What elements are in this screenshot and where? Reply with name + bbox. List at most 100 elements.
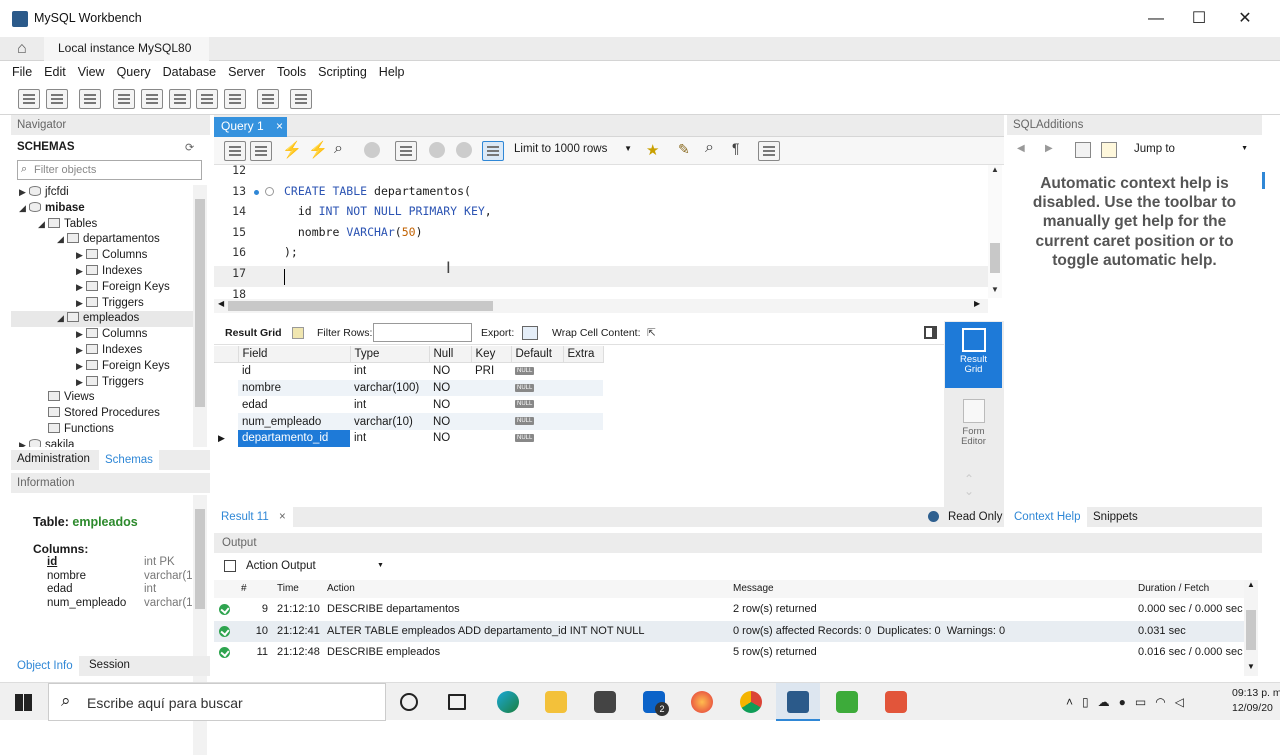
create-procedure-icon[interactable]: [196, 89, 218, 109]
tree-item[interactable]: ▶ Indexes: [11, 264, 193, 280]
reconnect-icon[interactable]: [290, 89, 312, 109]
sql-editor[interactable]: I 12 13 CREATE TABLE departamentos(14 id I…: [214, 165, 988, 298]
result-tab[interactable]: Result 11 ×: [214, 507, 293, 527]
word-wrap-icon[interactable]: [758, 141, 780, 161]
close-result-tab-icon[interactable]: ×: [279, 511, 286, 523]
grid-cell[interactable]: NULL: [511, 379, 563, 397]
row-marker[interactable]: [214, 413, 238, 430]
grid-cell[interactable]: varchar(100): [350, 379, 429, 397]
tree-expand-arrow-icon[interactable]: ▶: [19, 185, 29, 201]
side-scroll-arrows-icon[interactable]: ⌃ ⌄: [964, 473, 974, 497]
tree-expand-arrow-icon[interactable]: ▶: [76, 264, 86, 280]
row-marker[interactable]: [214, 396, 238, 413]
store-icon[interactable]: [594, 691, 616, 713]
stop-icon[interactable]: [364, 142, 380, 158]
grid-cell[interactable]: varchar(10): [350, 413, 429, 430]
new-sql-tab-icon[interactable]: [18, 89, 40, 109]
tree-item[interactable]: ▶ Triggers: [11, 375, 193, 391]
menu-help[interactable]: Help: [373, 62, 411, 82]
tab-context-help[interactable]: Context Help: [1007, 507, 1088, 527]
row-marker[interactable]: [214, 380, 238, 397]
tree-item[interactable]: Stored Procedures: [11, 406, 193, 422]
grid-column-header[interactable]: Field: [238, 346, 351, 364]
tab-snippets[interactable]: Snippets: [1093, 511, 1138, 523]
grid-column-header[interactable]: Extra: [563, 346, 604, 364]
tree-expand-arrow-icon[interactable]: ▶: [76, 248, 86, 264]
codeblocks-icon[interactable]: [885, 691, 907, 713]
home-icon[interactable]: ⌂: [17, 40, 27, 58]
firefox-icon[interactable]: [691, 691, 713, 713]
form-editor-side-button[interactable]: Form Editor: [945, 395, 1002, 455]
grid-cell[interactable]: [471, 430, 511, 447]
task-view-icon[interactable]: [448, 694, 466, 710]
row-marker[interactable]: ▶: [214, 430, 238, 447]
create-table-icon[interactable]: [141, 89, 163, 109]
menu-view[interactable]: View: [72, 62, 111, 82]
manual-help-icon[interactable]: [1075, 142, 1091, 158]
grid-column-header[interactable]: Null: [429, 346, 472, 364]
grid-cell[interactable]: int: [350, 363, 429, 380]
tree-item[interactable]: ▶ Foreign Keys: [11, 280, 193, 296]
tree-item[interactable]: ▶ jfcfdi: [11, 185, 193, 201]
wrap-cell-icon[interactable]: ⇱: [647, 321, 656, 345]
grid-column-header[interactable]: Key: [471, 346, 512, 364]
chrome-icon[interactable]: [740, 691, 762, 713]
grid-icon[interactable]: [292, 327, 304, 339]
result-grid-side-button[interactable]: Result Grid: [945, 322, 1002, 388]
grid-cell[interactable]: [563, 413, 603, 430]
tray-cloud-icon[interactable]: ☁: [1098, 695, 1119, 709]
grid-cell[interactable]: [563, 379, 603, 397]
forward-arrow-icon[interactable]: ▶: [1045, 143, 1053, 154]
tree-item[interactable]: ▶ Columns: [11, 327, 193, 343]
grid-cell[interactable]: NULL: [511, 413, 563, 430]
tree-expand-arrow-icon[interactable]: ▶: [76, 280, 86, 296]
jump-to-select[interactable]: Jump to ▼: [1134, 143, 1248, 155]
connection-tab[interactable]: Local instance MySQL80 ×: [44, 37, 209, 78]
output-row[interactable]: 10 21:12:41 ALTER TABLE empleados ADD depa…: [214, 620, 1244, 642]
grid-cell[interactable]: NULL: [511, 396, 563, 413]
tree-item[interactable]: ◢ mibase: [11, 201, 193, 217]
grid-cell[interactable]: id: [238, 363, 350, 380]
grid-cell[interactable]: [563, 363, 603, 380]
grid-cell[interactable]: NO: [429, 413, 471, 430]
grid-cell[interactable]: nombre: [238, 379, 350, 397]
invisible-chars-icon[interactable]: ¶: [732, 140, 740, 156]
maximize-button[interactable]: ☐: [1176, 6, 1222, 32]
tree-item[interactable]: ◢ departamentos: [11, 232, 193, 248]
back-arrow-icon[interactable]: ◀: [1017, 143, 1025, 154]
tree-expand-arrow-icon[interactable]: ◢: [57, 311, 67, 327]
grid-cell[interactable]: int: [350, 396, 429, 413]
edge-browser-icon[interactable]: [497, 691, 519, 713]
mysql-workbench-taskbar-button[interactable]: [776, 683, 820, 721]
tab-administration[interactable]: Administration: [17, 453, 90, 465]
tray-volume-icon[interactable]: ◁: [1175, 695, 1193, 709]
taskbar-search-box[interactable]: ⌕ Escribe aquí para buscar: [48, 683, 386, 721]
grid-cell[interactable]: departamento_id: [238, 429, 350, 447]
editor-horizontal-scrollbar[interactable]: ◀ ▶: [214, 299, 988, 313]
output-row[interactable]: 11 21:12:48 DESCRIBE empleados 5 row(s) ret…: [214, 642, 1244, 663]
tree-expand-arrow-icon[interactable]: ▶: [76, 375, 86, 391]
grid-row[interactable]: ▶ departamento_id int NO NULL: [214, 429, 603, 447]
tree-item[interactable]: ▶ Columns: [11, 248, 193, 264]
grid-cell[interactable]: edad: [238, 396, 350, 413]
save-icon[interactable]: [250, 141, 272, 161]
execute-current-lightning-icon[interactable]: ⚡: [308, 140, 328, 160]
tray-battery-icon[interactable]: ▭: [1135, 695, 1155, 709]
copy-icon[interactable]: [224, 560, 236, 572]
grid-cell[interactable]: NO: [429, 396, 471, 413]
filter-rows-input[interactable]: [373, 323, 472, 342]
tree-expand-arrow-icon[interactable]: ◢: [57, 232, 67, 248]
grid-cell[interactable]: NULL: [511, 363, 563, 380]
explain-icon[interactable]: ⌕: [334, 140, 343, 158]
tray-mic-icon[interactable]: ●: [1119, 695, 1135, 709]
menu-query[interactable]: Query: [111, 62, 157, 82]
refresh-schemas-icon[interactable]: ⟳: [185, 141, 194, 154]
find-replace-icon[interactable]: ⌕: [705, 139, 714, 157]
cortana-icon[interactable]: [400, 693, 418, 711]
rollback-icon[interactable]: [456, 142, 472, 158]
grid-cell[interactable]: [471, 396, 511, 413]
open-file-icon[interactable]: [224, 141, 246, 161]
camtasia-icon[interactable]: [836, 691, 858, 713]
menu-file[interactable]: File: [6, 62, 38, 82]
tree-item[interactable]: ▶ sakila: [11, 438, 193, 447]
